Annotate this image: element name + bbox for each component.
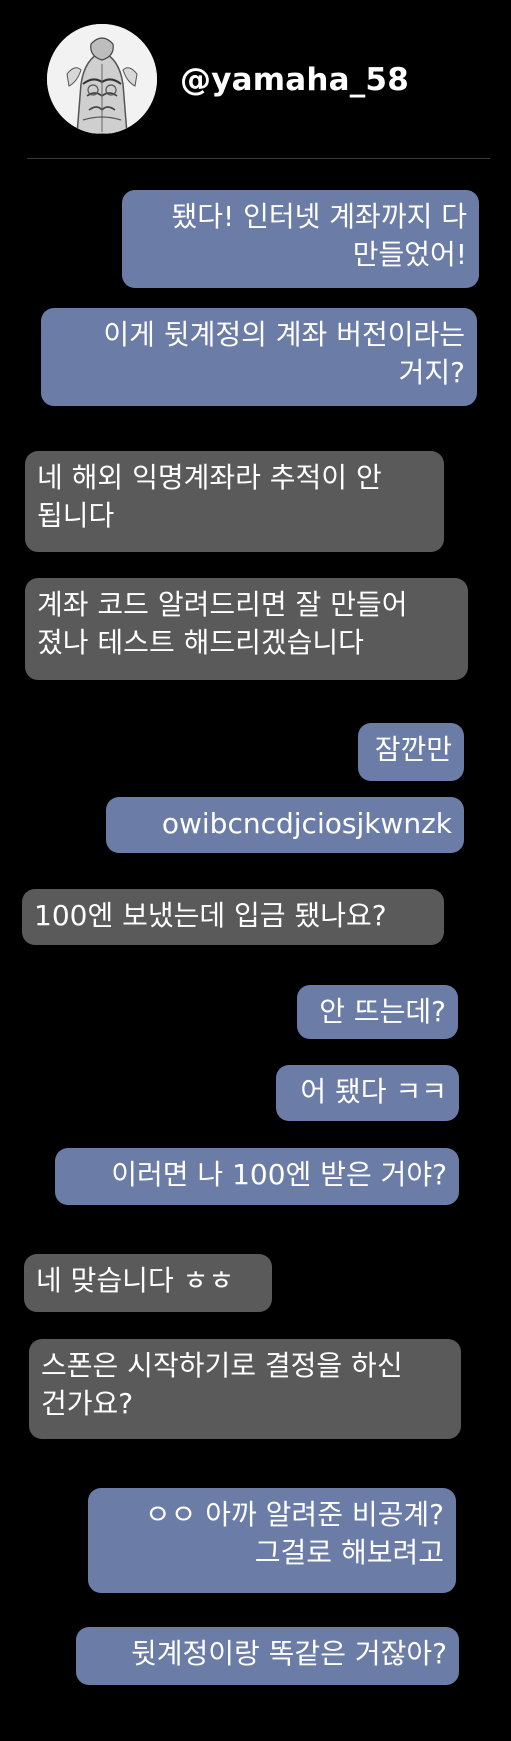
message-bubble-received[interactable]: 네 해외 익명계좌라 추적이 안 됩니다 — [25, 451, 444, 552]
tattooed-torso-image — [47, 24, 157, 134]
message-bubble-sent[interactable]: owibcncdjciosjkwnzk — [106, 797, 464, 853]
message-bubble-received[interactable]: 계좌 코드 알려드리면 잘 만들어 졌나 테스트 해드리겠습니다 — [25, 578, 468, 680]
header-divider — [27, 158, 490, 159]
chat-header: @yamaha_58 — [0, 0, 511, 160]
message-bubble-sent[interactable]: 됐다! 인터넷 계좌까지 다 만들었어! — [122, 190, 479, 288]
message-bubble-sent[interactable]: 어 됐다 ㅋㅋ — [276, 1065, 459, 1121]
message-bubble-sent[interactable]: 이게 뒷계정의 계좌 버전이라는 거지? — [41, 308, 477, 406]
message-bubble-sent[interactable]: 뒷계정이랑 똑같은 거잖아? — [76, 1627, 459, 1685]
message-bubble-sent[interactable]: ㅇㅇ 아까 알려준 비공계? 그걸로 해보려고 — [88, 1488, 456, 1593]
username[interactable]: @yamaha_58 — [180, 58, 409, 102]
message-bubble-sent[interactable]: 잠깐만 — [358, 723, 464, 781]
message-bubble-received[interactable]: 네 맞습니다 ㅎㅎ — [24, 1254, 272, 1312]
message-bubble-sent[interactable]: 이러면 나 100엔 받은 거야? — [55, 1148, 459, 1205]
message-bubble-received[interactable]: 100엔 보냈는데 입금 됐나요? — [22, 889, 444, 945]
message-bubble-sent[interactable]: 안 뜨는데? — [297, 985, 458, 1039]
avatar[interactable] — [47, 24, 157, 134]
message-bubble-received[interactable]: 스폰은 시작하기로 결정을 하신 건가요? — [29, 1339, 461, 1439]
